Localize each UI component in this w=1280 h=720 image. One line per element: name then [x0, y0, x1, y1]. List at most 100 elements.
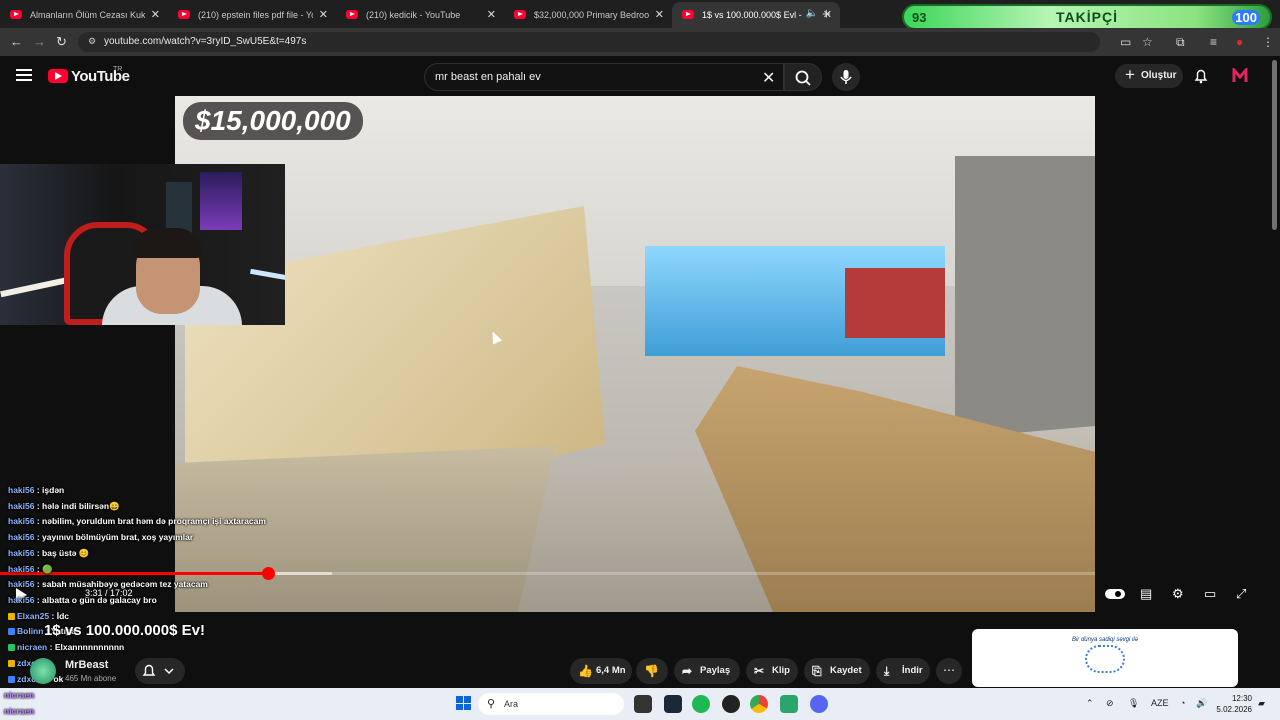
chat-message: haki56 : baş üstə 😊	[8, 548, 89, 559]
app-icon[interactable]	[780, 695, 798, 713]
close-tab-icon[interactable]: ✕	[487, 8, 496, 21]
page-scrollbar[interactable]	[1272, 60, 1277, 230]
channel-avatar[interactable]	[30, 658, 56, 684]
notifications-bell-icon[interactable]	[1193, 68, 1209, 84]
browser-tab[interactable]: (210) kedicik - YouTube ✕	[336, 2, 504, 28]
like-button[interactable]: 👍 6,4 Mn	[570, 658, 632, 684]
video-progress-bar[interactable]	[0, 567, 1095, 580]
clip-button[interactable]: ✂ Klip	[746, 658, 798, 684]
chat-message: haki56 : nəbilim, yoruldum brat həm də p…	[8, 516, 266, 526]
video-player[interactable]: $15,000,000	[175, 96, 1095, 612]
system-clock[interactable]: 12:30 5.02.2026	[1216, 693, 1252, 715]
youtube-favicon-icon	[178, 10, 190, 19]
theater-mode-icon[interactable]: ▭	[1204, 586, 1216, 602]
clock-date: 5.02.2026	[1216, 705, 1252, 714]
thumbs-down-icon: 👎	[644, 664, 659, 678]
speaker-icon[interactable]: 🔈	[806, 8, 818, 19]
url-field[interactable]: youtube.com/watch?v=3ryID_SwU5E&t=497s	[78, 32, 1100, 52]
chat-username: haki56	[8, 532, 35, 542]
chat-text: : sabah müsahibəyə gedəcəm tez yatacam	[36, 579, 208, 589]
subtitles-icon[interactable]: ▤	[1140, 586, 1152, 602]
language-indicator[interactable]: AZE	[1151, 698, 1169, 708]
chrome-icon[interactable]	[750, 695, 768, 713]
fullscreen-icon[interactable]: ⤢	[1236, 586, 1246, 602]
download-icon: ⤓	[884, 664, 890, 678]
discord-icon[interactable]	[810, 695, 828, 713]
chat-username: nicraen	[17, 642, 48, 652]
video-frame-painting	[845, 268, 945, 338]
chat-username: haki56	[8, 579, 35, 589]
tray-mic-icon[interactable]: 🎙	[1128, 698, 1139, 709]
browser-menu-icon[interactable]: ⋮	[1262, 35, 1274, 49]
chat-message: haki56 : hələ indi bilirsən😄	[8, 501, 120, 512]
tray-chevron-icon[interactable]: ⌃	[1086, 698, 1094, 709]
autoplay-toggle[interactable]	[1105, 589, 1125, 599]
taskbar-search-label: Ara	[504, 699, 519, 709]
ad-tagline: Bir dünya sadiqi sevgi ilə	[1071, 637, 1139, 643]
spotify-icon[interactable]	[692, 695, 710, 713]
youtube-logo-icon[interactable]	[48, 69, 68, 83]
search-input[interactable]: mr beast en pahalı ev	[424, 63, 784, 91]
cast-icon[interactable]: ▭	[1120, 35, 1131, 49]
bookmark-star-icon[interactable]: ☆	[1142, 35, 1153, 49]
search-button[interactable]	[784, 63, 822, 91]
tray-wifi-icon[interactable]: ◔	[1180, 698, 1185, 708]
account-avatar-icon[interactable]	[1232, 68, 1248, 84]
save-button[interactable]: ⎘ Kaydet	[804, 658, 870, 684]
chat-message: haki56 : 🟢	[8, 564, 53, 575]
chat-badge-icon	[8, 676, 15, 683]
browser-tab[interactable]: $32,000,000 Primary Bedroom T ✕	[504, 2, 672, 28]
save-label: Kaydet	[830, 665, 862, 676]
close-tab-icon[interactable]: ✕	[319, 8, 328, 21]
site-info-icon[interactable]: ⚙	[88, 36, 96, 47]
dislike-button[interactable]: 👎	[636, 658, 668, 684]
task-view-icon[interactable]	[634, 695, 652, 713]
chat-message: Elxan25 : İdc	[8, 611, 69, 621]
download-button[interactable]: ⤓ İndir	[876, 658, 930, 684]
streamer-hair	[132, 228, 202, 258]
menu-icon[interactable]	[16, 69, 32, 81]
new-tab-icon[interactable]: +	[822, 6, 831, 23]
notification-center-icon[interactable]: ▰	[1258, 698, 1265, 709]
back-icon[interactable]: ←	[10, 34, 23, 49]
search-query-text: mr beast en pahalı ev	[435, 71, 541, 83]
clock-time: 12:30	[1231, 694, 1252, 703]
subscriber-count: 465 Mn abone	[65, 674, 117, 683]
profile-icon[interactable]: ●	[1236, 35, 1243, 49]
sponsored-ad[interactable]: Bir dünya sadiqi sevgi ilə	[972, 629, 1238, 687]
windows-start-icon[interactable]	[456, 696, 471, 710]
channel-name[interactable]: MrBeast	[65, 659, 108, 671]
extensions-icon[interactable]: ⧉	[1176, 35, 1185, 50]
create-button[interactable]: Oluştur	[1115, 64, 1183, 88]
more-actions-icon[interactable]: ⋯	[936, 658, 962, 684]
close-tab-icon[interactable]: ✕	[655, 8, 664, 21]
browser-tab-active[interactable]: 1$ vs 100.000.000$ Evl - Yo🔈✕	[672, 2, 840, 28]
clear-search-icon[interactable]: ✕	[762, 68, 775, 88]
browser-tab[interactable]: Almanların Ölüm Cezası Kukusl ✕	[0, 2, 168, 28]
share-button[interactable]: ➦ Paylaş	[674, 658, 740, 684]
tab-search-icon[interactable]: ≡	[1210, 35, 1217, 49]
chat-badge-icon	[8, 644, 15, 651]
reload-icon[interactable]: ↻	[56, 34, 67, 50]
chat-text: : hələ indi bilirsən😄	[36, 501, 120, 511]
tray-volume-icon[interactable]: 🔊	[1196, 698, 1207, 709]
steam-icon[interactable]	[664, 695, 682, 713]
bell-dropdown-icon	[142, 664, 174, 676]
browser-tab[interactable]: (210) epstein files pdf file - You ✕	[168, 2, 336, 28]
share-icon: ➦	[682, 664, 693, 678]
chat-text: : Elxannnnnnnnnn	[49, 642, 125, 652]
tray-network-icon[interactable]: ⊘	[1106, 698, 1114, 709]
voice-search-button[interactable]	[832, 63, 860, 91]
webcam-light	[250, 268, 285, 285]
settings-gear-icon[interactable]: ⚙	[1172, 586, 1184, 602]
forward-icon[interactable]: →	[33, 34, 46, 49]
chat-message: haki56 : sabah müsahibəyə gedəcəm tez ya…	[8, 579, 208, 589]
taskbar-search[interactable]: Ara	[478, 693, 624, 715]
tab-title: (210) kedicik - YouTube	[366, 10, 461, 20]
subscription-bell-button[interactable]	[135, 658, 185, 684]
chat-text: : baş üstə 😊	[36, 548, 90, 558]
close-tab-icon[interactable]: ✕	[151, 8, 160, 21]
follower-goal: 100	[1232, 10, 1260, 25]
chat-text: : İdc	[51, 611, 69, 621]
app-icon[interactable]	[722, 695, 740, 713]
